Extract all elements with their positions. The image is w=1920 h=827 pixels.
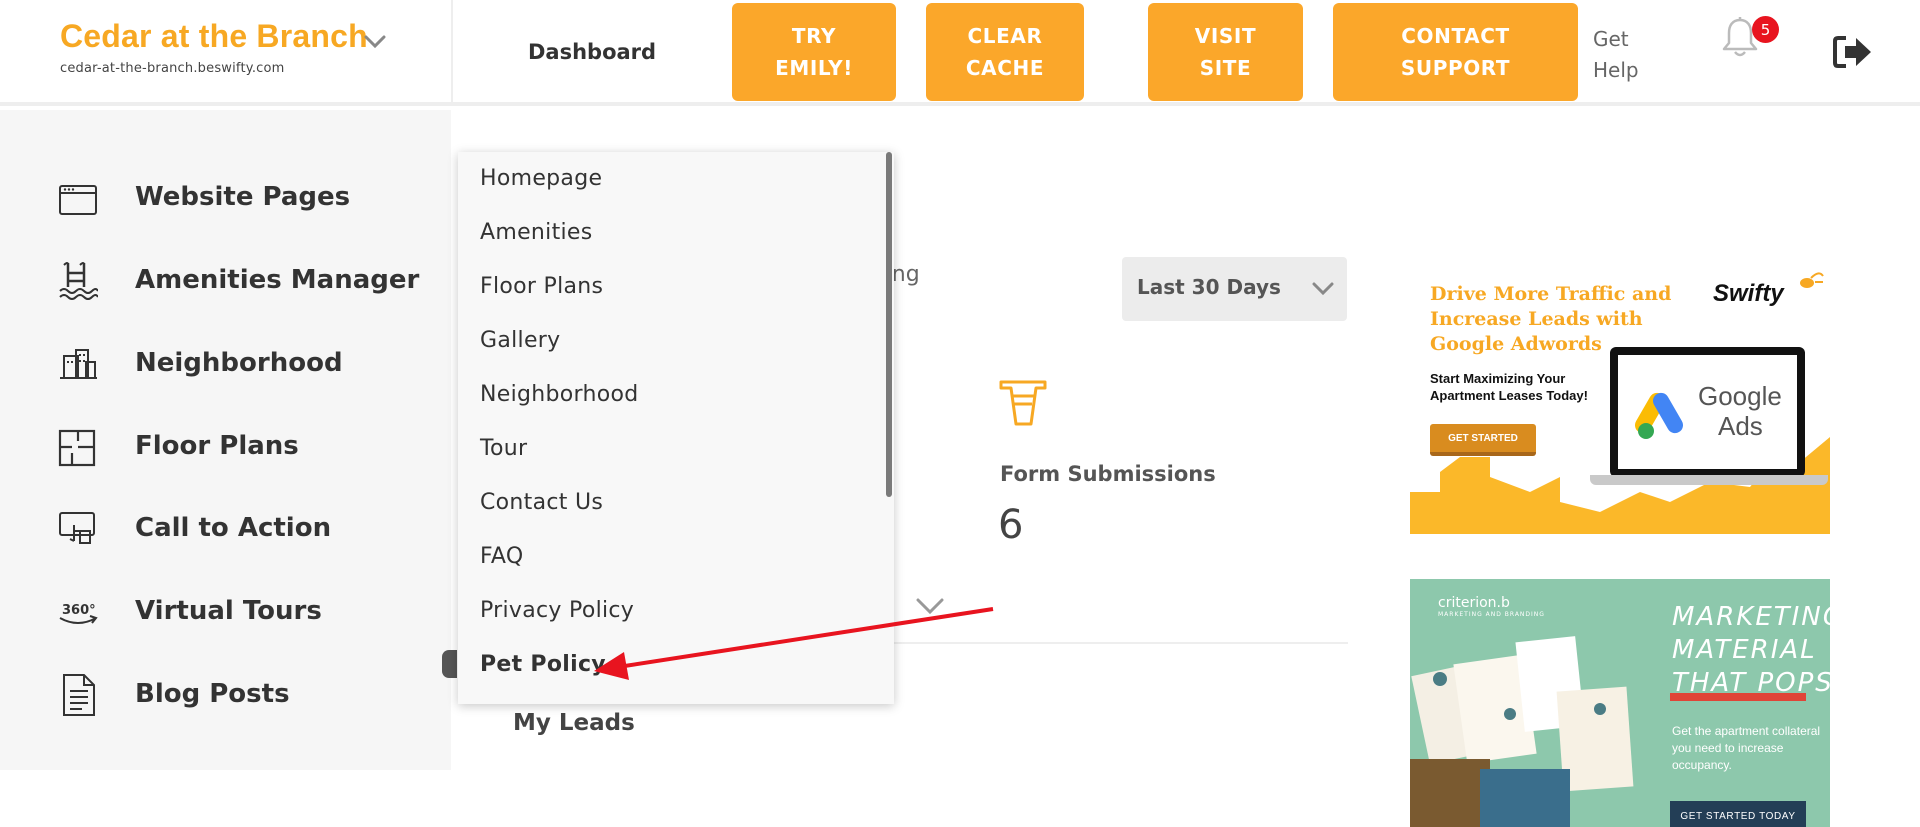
ad-subtext: Get the apartment collateral you need to… xyxy=(1672,724,1821,772)
document-icon xyxy=(63,674,95,716)
chevron-down-icon xyxy=(364,35,386,49)
header-divider xyxy=(451,0,453,106)
website-pages-dropdown: Homepage Amenities Floor Plans Gallery N… xyxy=(458,152,894,704)
ads-wordmark: Ads xyxy=(1718,411,1763,441)
get-started-button[interactable]: GET STARTED xyxy=(1430,424,1536,456)
property-name: Cedar at the Branch xyxy=(60,18,368,54)
chevron-down-icon xyxy=(1312,282,1334,296)
dropdown-item-floor-plans[interactable]: Floor Plans xyxy=(480,274,603,299)
dropdown-item-contact-us[interactable]: Contact Us xyxy=(480,490,603,515)
property-switcher[interactable]: Cedar at the Branch cedar-at-the-branch.… xyxy=(60,18,386,76)
touch-screen-icon xyxy=(59,512,95,544)
print-collateral-illustration xyxy=(1410,636,1634,827)
property-url: cedar-at-the-branch.beswifty.com xyxy=(60,61,285,76)
sidebar-item-label: Virtual Tours xyxy=(135,596,322,626)
dropdown-item-neighborhood[interactable]: Neighborhood xyxy=(480,382,639,407)
dropdown-item-faq[interactable]: FAQ xyxy=(480,544,524,569)
google-ads-banner[interactable]: Drive More Traffic and Increase Leads wi… xyxy=(1410,262,1830,534)
my-leads-heading: My Leads xyxy=(513,710,635,736)
sidebar-item-label: Neighborhood xyxy=(135,348,343,378)
headline-underline xyxy=(1670,693,1806,701)
sidebar-item-label: Amenities Manager xyxy=(135,265,420,295)
bee-icon xyxy=(1800,272,1824,288)
criterion-logo: criterion.b MARKETING AND BRANDING xyxy=(1438,595,1545,618)
sidebar-item-neighborhood[interactable]: Neighborhood xyxy=(58,340,438,388)
sidebar-item-blog-posts[interactable]: Blog Posts xyxy=(58,671,438,719)
ad-subtext: Start Maximizing Your Apartment Leases T… xyxy=(1430,371,1588,403)
floor-plan-icon xyxy=(58,429,96,467)
contact-support-button[interactable]: CONTACT SUPPORT xyxy=(1333,3,1578,101)
criterion-marketing-banner[interactable]: criterion.b MARKETING AND BRANDING MARKE… xyxy=(1410,579,1830,827)
sidebar-item-floor-plans[interactable]: Floor Plans xyxy=(58,423,438,471)
ad-headline: MARKETING MATERIAL THAT POPS xyxy=(1672,602,1830,698)
sidebar-item-website-pages[interactable]: Website Pages xyxy=(58,174,438,222)
browser-window-icon xyxy=(59,185,97,215)
360-view-icon: 360° xyxy=(59,603,98,624)
swifty-logo: Swifty xyxy=(1713,280,1784,307)
dropdown-scrollbar[interactable] xyxy=(886,152,892,497)
dropdown-item-homepage[interactable]: Homepage xyxy=(480,166,602,191)
date-range-select[interactable]: Last 30 Days xyxy=(1122,257,1347,321)
funnel-icon xyxy=(999,380,1047,426)
top-header: Cedar at the Branch cedar-at-the-branch.… xyxy=(0,0,1920,106)
clear-cache-button[interactable]: CLEAR CACHE xyxy=(926,3,1084,101)
notification-badge: 5 xyxy=(1752,16,1779,43)
get-started-today-button[interactable]: GET STARTED TODAY xyxy=(1670,801,1806,827)
dropdown-item-gallery[interactable]: Gallery xyxy=(480,328,560,353)
buildings-icon xyxy=(60,349,97,379)
form-submissions-count: 6 xyxy=(998,502,1024,548)
google-wordmark: Google xyxy=(1698,381,1782,411)
date-range-value: Last 30 Days xyxy=(1137,275,1281,299)
sidebar-item-label: Blog Posts xyxy=(135,679,290,709)
active-item-marker xyxy=(442,650,457,678)
get-help-link[interactable]: Get Help xyxy=(1593,24,1639,86)
google-ads-logo-icon xyxy=(1635,392,1683,439)
ad-headline: Drive More Traffic and Increase Leads wi… xyxy=(1430,283,1672,355)
sidebar-item-label: Floor Plans xyxy=(135,431,299,461)
sidebar-item-virtual-tours[interactable]: 360° Virtual Tours xyxy=(58,588,438,636)
visit-site-button[interactable]: VISIT SITE xyxy=(1148,3,1303,101)
sidebar-item-label: Website Pages xyxy=(135,182,351,212)
dropdown-item-tour[interactable]: Tour xyxy=(480,436,527,461)
nav-dashboard[interactable]: Dashboard xyxy=(528,40,656,64)
logout-icon[interactable] xyxy=(1832,32,1874,72)
dropdown-item-amenities[interactable]: Amenities xyxy=(480,220,593,245)
chevron-down-icon[interactable] xyxy=(916,597,944,615)
pool-ladder-icon xyxy=(59,262,98,300)
laptop-illustration: Google Ads xyxy=(1590,347,1828,492)
sidebar: Website Pages Amenities Manager Neighbor… xyxy=(0,110,451,770)
sidebar-item-label: Call to Action xyxy=(135,513,332,543)
try-emily-button[interactable]: TRY EMILY! xyxy=(732,3,896,101)
sidebar-item-amenities-manager[interactable]: Amenities Manager xyxy=(58,257,438,305)
dropdown-item-pet-policy[interactable]: Pet Policy xyxy=(480,652,606,677)
sidebar-item-call-to-action[interactable]: Call to Action xyxy=(58,505,438,553)
form-submissions-label: Form Submissions xyxy=(1000,462,1216,486)
dropdown-item-privacy-policy[interactable]: Privacy Policy xyxy=(480,598,634,623)
